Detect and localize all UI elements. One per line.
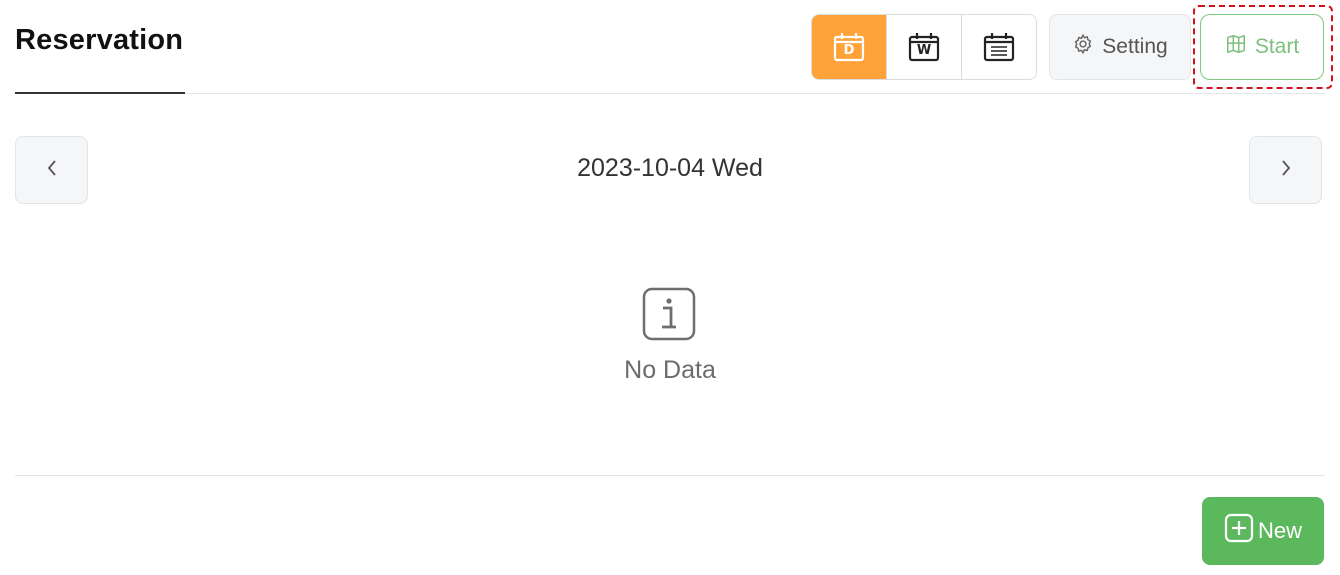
new-reservation-button[interactable]: New bbox=[1202, 497, 1324, 565]
calendar-day-icon: D bbox=[833, 32, 865, 62]
gear-icon bbox=[1072, 33, 1094, 61]
setting-button[interactable]: Setting bbox=[1049, 14, 1191, 80]
week-view-letter: W bbox=[916, 42, 932, 58]
map-icon bbox=[1225, 33, 1247, 61]
chevron-left-icon bbox=[45, 157, 59, 184]
list-view-button[interactable] bbox=[962, 15, 1036, 79]
week-view-button[interactable]: W bbox=[887, 15, 962, 79]
calendar-week-icon: W bbox=[908, 32, 940, 62]
calendar-list-icon bbox=[983, 32, 1015, 62]
title-underline bbox=[15, 92, 185, 94]
previous-day-button[interactable] bbox=[15, 136, 88, 204]
info-icon bbox=[642, 287, 696, 341]
chevron-right-icon bbox=[1279, 157, 1293, 184]
view-mode-toggle: D W bbox=[811, 14, 1037, 80]
empty-state-message: No Data bbox=[624, 356, 716, 384]
new-label: New bbox=[1257, 518, 1302, 543]
page-title: Reservation bbox=[15, 24, 184, 56]
footer-divider bbox=[15, 475, 1325, 476]
current-date: 2023-10-04 Wed bbox=[577, 154, 763, 182]
start-label: Start bbox=[1254, 35, 1300, 58]
start-button[interactable]: Start bbox=[1200, 14, 1324, 80]
day-view-button[interactable]: D bbox=[812, 15, 887, 79]
reservation-page: Reservation D W Setting Start 2023-10-04… bbox=[0, 0, 1340, 575]
day-view-letter: D bbox=[843, 42, 855, 58]
plus-square-icon bbox=[1224, 513, 1254, 549]
header-divider bbox=[15, 93, 1325, 94]
setting-label: Setting bbox=[1102, 35, 1168, 58]
next-day-button[interactable] bbox=[1249, 136, 1322, 204]
